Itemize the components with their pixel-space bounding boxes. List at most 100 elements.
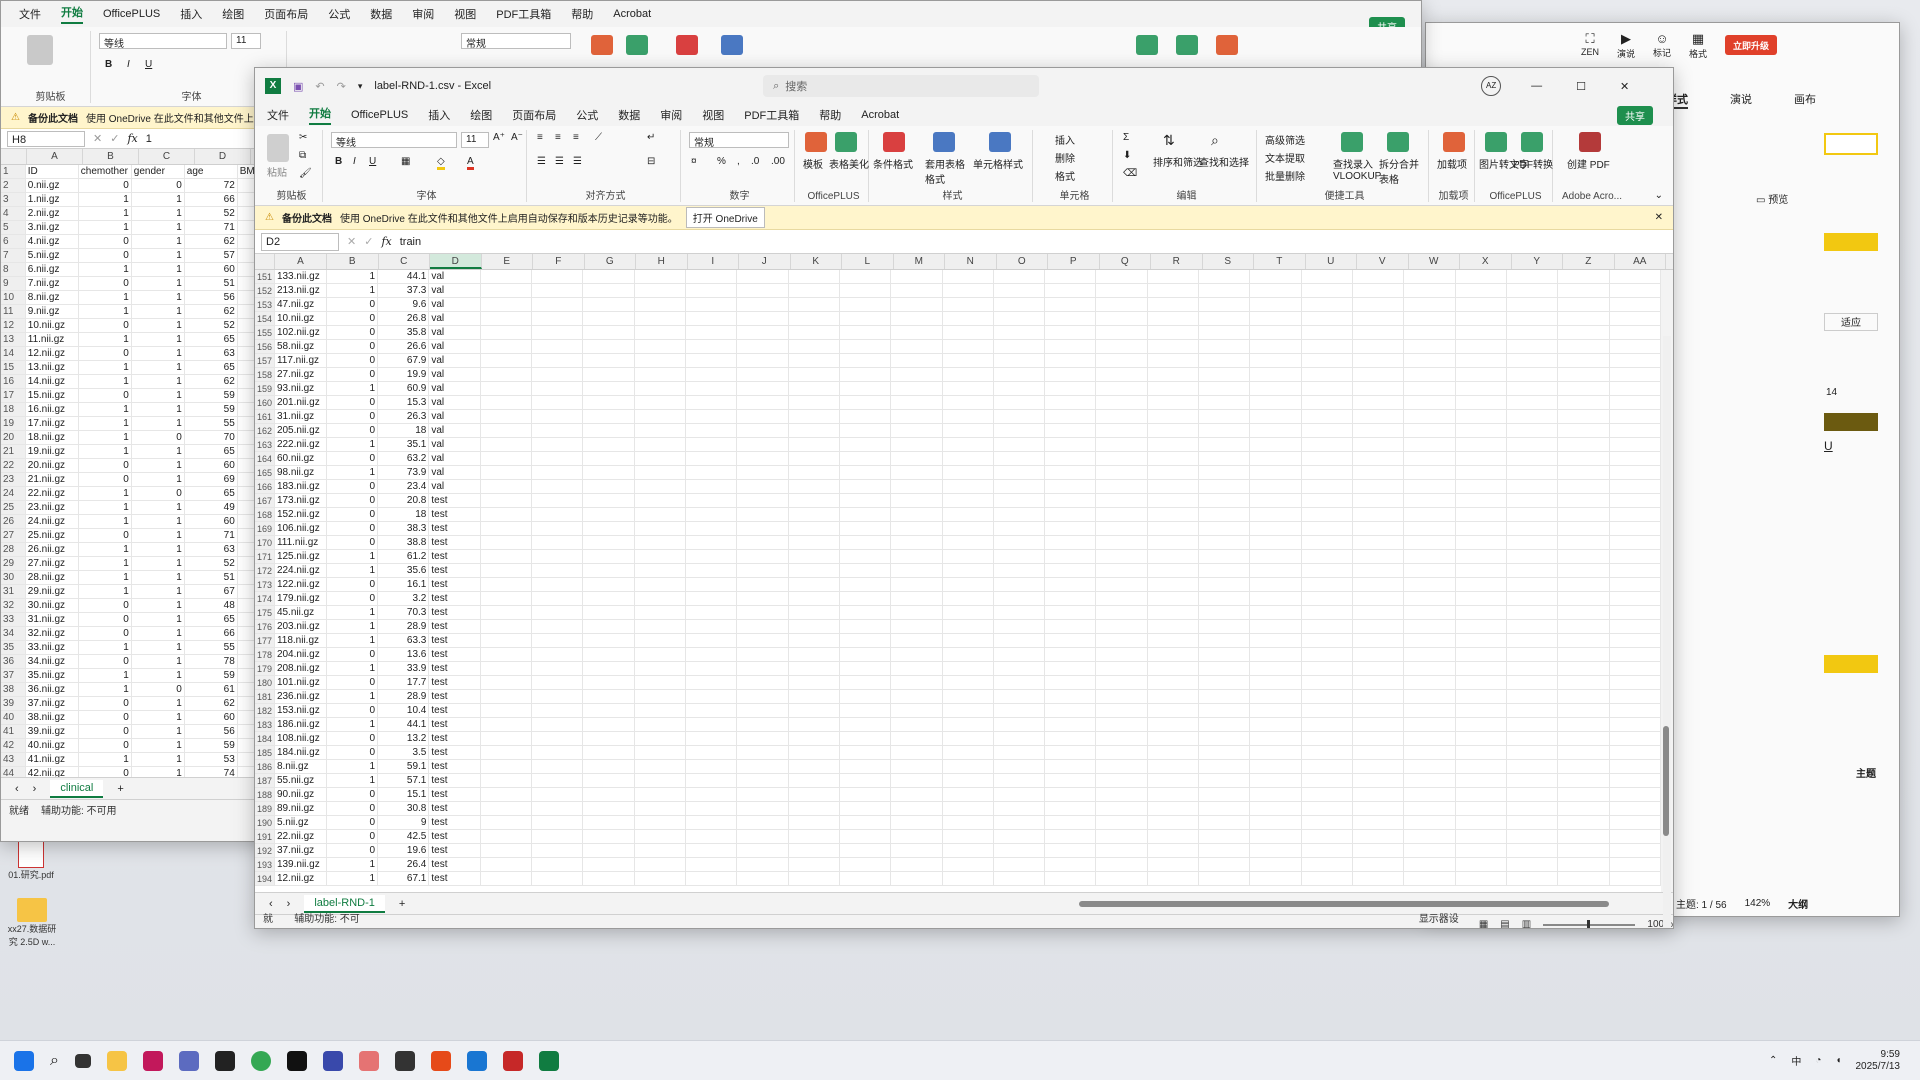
cell[interactable]	[238, 725, 255, 738]
col-header-h[interactable]: H	[636, 254, 688, 269]
cell[interactable]	[840, 494, 892, 507]
cell[interactable]	[1558, 284, 1610, 297]
cell[interactable]: 1	[132, 571, 185, 584]
zoom-level[interactable]: 142%	[1745, 898, 1771, 909]
confirm-icon[interactable]: ✓	[364, 235, 373, 248]
cell[interactable]	[789, 662, 840, 675]
cell[interactable]	[1199, 536, 1251, 549]
row-number[interactable]: 38	[1, 683, 26, 696]
cell[interactable]	[1045, 452, 1097, 465]
cell[interactable]: 66	[185, 627, 238, 640]
cell[interactable]	[1456, 858, 1507, 871]
cell[interactable]	[891, 298, 943, 311]
cell[interactable]: 18	[378, 508, 430, 521]
cell[interactable]	[1507, 774, 1559, 787]
cell[interactable]	[840, 410, 892, 423]
cell[interactable]	[840, 270, 892, 283]
cell[interactable]	[481, 634, 532, 647]
cell[interactable]	[1199, 872, 1251, 885]
cell[interactable]	[238, 529, 255, 542]
cell[interactable]	[1250, 676, 1302, 689]
cell[interactable]	[1096, 326, 1148, 339]
cell[interactable]	[481, 676, 532, 689]
cell[interactable]	[891, 578, 943, 591]
cell[interactable]	[943, 382, 994, 395]
cell[interactable]	[583, 522, 635, 535]
text-extract-button[interactable]: 文本提取	[1265, 150, 1305, 165]
cell[interactable]	[1045, 494, 1097, 507]
cell[interactable]: 42.nii.gz	[26, 767, 79, 777]
cell[interactable]: 0	[327, 452, 379, 465]
cell[interactable]	[238, 669, 255, 682]
cell[interactable]: 65	[185, 487, 238, 500]
redo-icon[interactable]: ↷	[337, 80, 346, 93]
cell[interactable]	[737, 648, 789, 661]
cell[interactable]: 1	[79, 669, 132, 682]
cell[interactable]	[1148, 354, 1200, 367]
back-ribbon-icon-3[interactable]	[676, 35, 698, 55]
cell[interactable]	[532, 718, 584, 731]
cell[interactable]	[635, 858, 686, 871]
cell[interactable]	[737, 774, 789, 787]
cell[interactable]	[532, 396, 584, 409]
cell[interactable]	[891, 536, 943, 549]
cell[interactable]	[238, 431, 255, 444]
cell[interactable]	[1353, 312, 1405, 325]
row-number[interactable]: 184	[255, 732, 275, 745]
cell[interactable]	[635, 774, 686, 787]
cell[interactable]	[1045, 802, 1097, 815]
cell[interactable]: 51	[185, 277, 238, 290]
cell[interactable]	[635, 550, 686, 563]
cell[interactable]	[1096, 438, 1148, 451]
cell[interactable]	[1507, 424, 1559, 437]
cell[interactable]	[737, 340, 789, 353]
cell[interactable]: 35.nii.gz	[26, 669, 79, 682]
cell[interactable]	[1148, 634, 1200, 647]
cell[interactable]	[1507, 676, 1559, 689]
cell[interactable]	[840, 508, 892, 521]
cell[interactable]	[1199, 368, 1251, 381]
cell[interactable]	[891, 270, 943, 283]
cell[interactable]: 1	[327, 872, 379, 885]
cell[interactable]: 133.nii.gz	[275, 270, 327, 283]
cell[interactable]: 1.nii.gz	[26, 193, 79, 206]
menu-page-layout[interactable]: 页面布局	[264, 6, 308, 22]
cell[interactable]	[1353, 592, 1405, 605]
cell[interactable]	[1302, 466, 1353, 479]
cell[interactable]: 41.nii.gz	[26, 753, 79, 766]
cell[interactable]: 1	[132, 403, 185, 416]
menu-home[interactable]: 开始	[61, 4, 83, 24]
cell[interactable]	[583, 606, 635, 619]
cell[interactable]	[1199, 494, 1251, 507]
row-number[interactable]: 28	[1, 543, 26, 556]
cell[interactable]	[583, 872, 635, 885]
cell[interactable]: 60.nii.gz	[275, 452, 327, 465]
cell[interactable]	[1096, 830, 1148, 843]
cell[interactable]	[1507, 746, 1559, 759]
advanced-filter-button[interactable]: 高级筛选	[1265, 132, 1305, 147]
cell[interactable]	[1456, 788, 1507, 801]
template-button[interactable]: 模板	[803, 156, 823, 171]
cell[interactable]	[1096, 284, 1148, 297]
cell[interactable]	[532, 788, 584, 801]
cell[interactable]	[1610, 648, 1661, 661]
cell[interactable]	[840, 746, 892, 759]
cell[interactable]	[583, 760, 635, 773]
cell[interactable]: 1	[79, 543, 132, 556]
cell[interactable]	[840, 550, 892, 563]
cell[interactable]	[238, 599, 255, 612]
cell[interactable]: 10.nii.gz	[275, 312, 327, 325]
cell[interactable]: 22.nii.gz	[275, 830, 327, 843]
cell[interactable]	[635, 494, 686, 507]
row-number[interactable]: 40	[1, 711, 26, 724]
cell[interactable]: 1	[79, 445, 132, 458]
row-number[interactable]: 183	[255, 718, 275, 731]
cell[interactable]	[686, 774, 738, 787]
cell[interactable]	[1558, 634, 1610, 647]
cell[interactable]	[1353, 690, 1405, 703]
insert-cells-button[interactable]: 插入	[1055, 132, 1075, 147]
cell[interactable]: 1	[132, 333, 185, 346]
cell[interactable]	[1302, 284, 1353, 297]
cell[interactable]	[789, 746, 840, 759]
cell[interactable]	[686, 438, 738, 451]
